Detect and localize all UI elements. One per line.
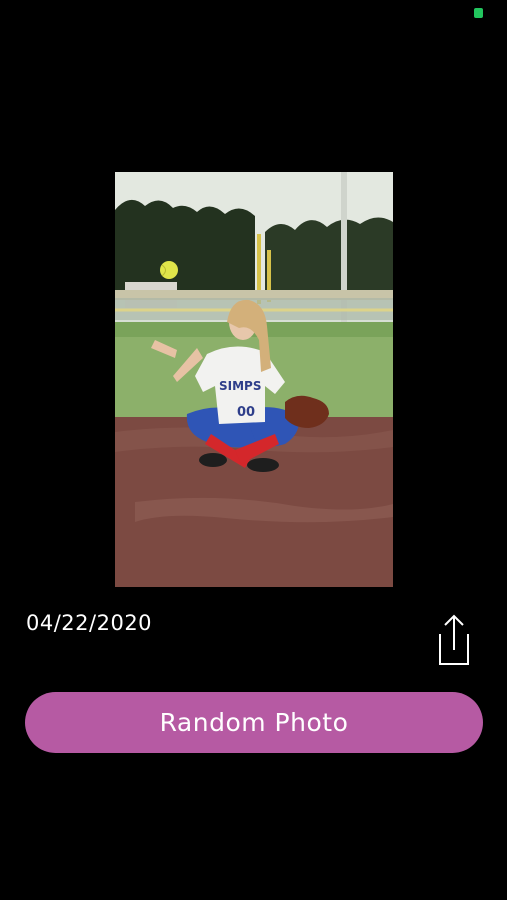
photo-date: 04/22/2020 bbox=[26, 611, 153, 635]
random-photo[interactable]: SIMPS 00 bbox=[115, 172, 393, 587]
svg-text:SIMPS: SIMPS bbox=[219, 379, 262, 393]
svg-text:00: 00 bbox=[237, 405, 255, 420]
share-icon bbox=[439, 614, 469, 665]
random-photo-button[interactable]: Random Photo bbox=[25, 692, 483, 753]
softball-player-photo: SIMPS 00 bbox=[115, 172, 393, 587]
share-button[interactable] bbox=[434, 612, 474, 668]
status-indicator bbox=[474, 8, 483, 18]
